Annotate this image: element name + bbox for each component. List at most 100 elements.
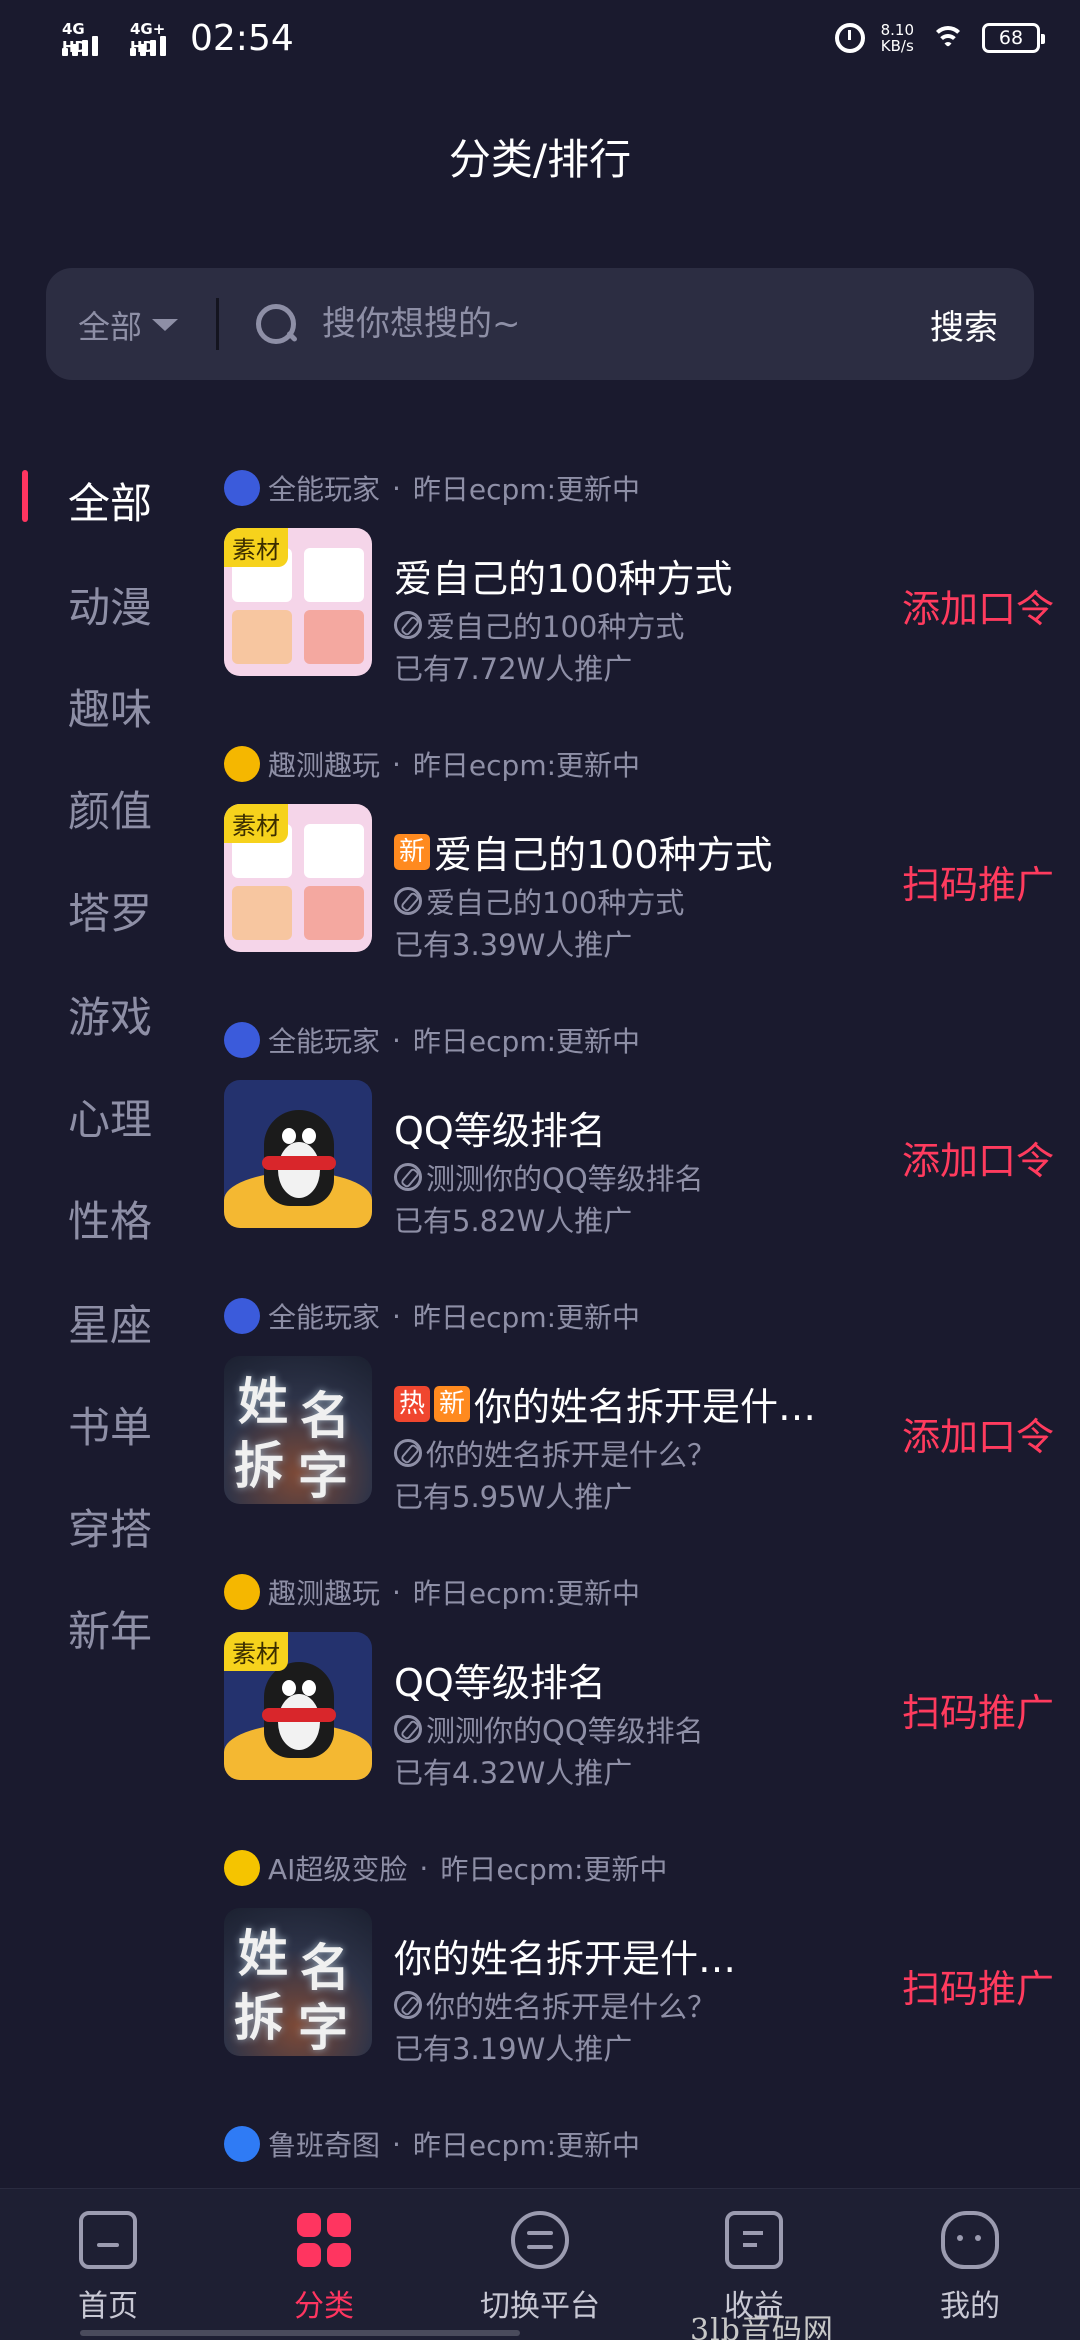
ecpm-info: 昨日ecpm:更新中 [412, 1301, 641, 1334]
search-button[interactable]: 搜索 [930, 300, 998, 349]
caret-down-icon [152, 319, 179, 331]
sidebar-item-personality[interactable]: 性格 [68, 1188, 152, 1249]
source-name: 趣测趣玩 [268, 1577, 381, 1610]
hot-badge: 热 [394, 1385, 430, 1422]
thumbnail: 素材 [224, 804, 372, 952]
category-sidebar: 全部 动漫 趣味 颜值 塔罗 游戏 心理 性格 星座 书单 穿搭 新年 [0, 444, 210, 2186]
thumbnail [224, 1080, 372, 1228]
add-command-button[interactable]: 添加口令 [902, 1406, 1054, 1461]
source-line: 全能玩家 · 昨日ecpm:更新中 [224, 1296, 640, 1336]
ecpm-info: 昨日ecpm:更新中 [412, 2129, 641, 2162]
material-tag: 素材 [224, 1632, 288, 1671]
nav-switch-platform[interactable]: 切换平台 [450, 2211, 630, 2325]
source-name: 趣测趣玩 [268, 749, 381, 782]
list-item[interactable]: 趣测趣玩 · 昨日ecpm:更新中 素材 QQ等级排名 测测你的QQ等级排名 已… [224, 1552, 1054, 1828]
thumb-char: 拆 [234, 1989, 284, 2047]
alarm-icon [834, 23, 865, 53]
list-item[interactable]: AI超级变脸 · 昨日ecpm:更新中 姓 名 拆 字 你的姓名拆开是什… 你的… [224, 1828, 1054, 2104]
signal-icon: 4G+ HD [130, 20, 176, 56]
search-input[interactable] [322, 294, 922, 354]
sidebar-item-outfit[interactable]: 穿搭 [68, 1496, 152, 1557]
subtitle-text: 你的姓名拆开是什么？ [426, 1990, 717, 2024]
status-bar: 4G HD 4G+ HD 02:54 8.10 KB/s 68 [0, 0, 1080, 84]
nav-label: 首页 [78, 2289, 138, 2324]
source-name: AI超级变脸 [268, 1853, 408, 1886]
thumb-char: 字 [298, 1999, 348, 2056]
category-filter-dropdown[interactable]: 全部 [78, 302, 179, 348]
list-item[interactable]: 全能玩家 · 昨日ecpm:更新中 姓 名 拆 字 热 新 你的姓名拆开是什… … [224, 1276, 1054, 1552]
divider [216, 298, 219, 350]
item-title: 热 新 你的姓名拆开是什… [394, 1376, 816, 1431]
sidebar-item-anime[interactable]: 动漫 [68, 574, 152, 635]
list-item[interactable]: 全能玩家 · 昨日ecpm:更新中 QQ等级排名 测测你的QQ等级排名 已有5.… [224, 1000, 1054, 1276]
ecpm-info: 昨日ecpm:更新中 [440, 1853, 668, 1886]
sidebar-item-psychology[interactable]: 心理 [68, 1086, 152, 1147]
signal-icon: 4G HD [62, 20, 108, 56]
thumbnail: 姓 名 拆 字 [224, 1908, 372, 2056]
thumbnail: 素材 [224, 1632, 372, 1780]
subtitle-text: 爱自己的100种方式 [426, 886, 685, 920]
speed-value: 8.10 [880, 21, 914, 39]
ecpm-info: 昨日ecpm:更新中 [412, 749, 641, 782]
link-icon [394, 1715, 422, 1743]
thumbnail: 姓 名 拆 字 [224, 1356, 372, 1504]
item-subtitle: 测测你的QQ等级排名 [394, 1156, 704, 1198]
sidebar-item-booklist[interactable]: 书单 [68, 1394, 152, 1455]
separator: · [392, 1023, 401, 1057]
source-line: 全能玩家 · 昨日ecpm:更新中 [224, 1020, 640, 1060]
search-bar: 全部 搜索 [46, 268, 1034, 380]
item-subtitle: 爱自己的100种方式 [394, 880, 684, 922]
add-command-button[interactable]: 添加口令 [902, 1130, 1054, 1185]
wallet-icon [725, 2211, 783, 2269]
network-speed: 8.10 KB/s [881, 22, 914, 54]
list-item[interactable]: 全能玩家 · 昨日ecpm:更新中 素材 爱自己的100种方式 爱自己的100种… [224, 448, 1054, 724]
sidebar-item-games[interactable]: 游戏 [68, 984, 152, 1045]
filter-label: 全部 [78, 308, 143, 346]
promo-count: 已有4.32W人推广 [394, 1756, 633, 1790]
link-icon [394, 887, 422, 915]
clock: 02:54 [190, 18, 294, 59]
source-name: 全能玩家 [268, 1301, 381, 1334]
promo-count: 已有5.95W人推广 [394, 1480, 633, 1514]
nav-home[interactable]: 首页 [18, 2211, 198, 2325]
nav-category[interactable]: 分类 [234, 2211, 414, 2325]
sidebar-item-tarot[interactable]: 塔罗 [68, 880, 152, 941]
list-item[interactable]: 趣测趣玩 · 昨日ecpm:更新中 素材 新 爱自己的100种方式 爱自己的10… [224, 724, 1054, 1000]
promo-count: 已有7.72W人推广 [394, 652, 633, 686]
list-item[interactable]: 鲁班奇图 · 昨日ecpm:更新中 [224, 2104, 1054, 2186]
thumb-char: 姓 [238, 1373, 288, 1431]
sidebar-item-zodiac[interactable]: 星座 [68, 1292, 152, 1353]
mountain-image-icon [224, 2126, 260, 2162]
scan-promote-button[interactable]: 扫码推广 [902, 1958, 1054, 2013]
separator: · [392, 471, 401, 505]
home-icon [79, 2211, 137, 2269]
link-icon [394, 1991, 422, 2019]
platform-avatar-icon [224, 1022, 260, 1058]
thumb-char: 字 [298, 1447, 348, 1504]
item-title: 新 爱自己的100种方式 [394, 824, 773, 879]
link-icon [394, 1163, 422, 1191]
sidebar-item-looks[interactable]: 颜值 [68, 778, 152, 839]
scan-promote-button[interactable]: 扫码推广 [902, 854, 1054, 909]
item-title: QQ等级排名 [394, 1100, 606, 1155]
item-title: 你的姓名拆开是什… [394, 1928, 736, 1983]
thumb-char: 拆 [234, 1437, 284, 1495]
scan-promote-button[interactable]: 扫码推广 [902, 1682, 1054, 1737]
platform-avatar-icon [224, 470, 260, 506]
platform-avatar-icon [224, 1574, 260, 1610]
nav-label: 分类 [294, 2289, 354, 2324]
sidebar-item-new-year[interactable]: 新年 [68, 1598, 152, 1659]
separator: · [392, 747, 401, 781]
add-command-button[interactable]: 添加口令 [902, 578, 1054, 633]
sidebar-item-fun[interactable]: 趣味 [68, 676, 152, 737]
grid-icon [295, 2211, 353, 2269]
nav-label: 切换平台 [480, 2289, 600, 2324]
title-text: QQ等级排名 [394, 1109, 606, 1153]
item-subtitle: 你的姓名拆开是什么？ [394, 1432, 716, 1474]
sunglasses-emoji-icon [224, 1850, 260, 1886]
title-text: 爱自己的100种方式 [394, 557, 733, 601]
promo-count: 已有3.39W人推广 [394, 928, 633, 962]
sidebar-item-all[interactable]: 全部 [68, 470, 152, 531]
platform-avatar-icon [224, 746, 260, 782]
separator: · [392, 2127, 401, 2161]
